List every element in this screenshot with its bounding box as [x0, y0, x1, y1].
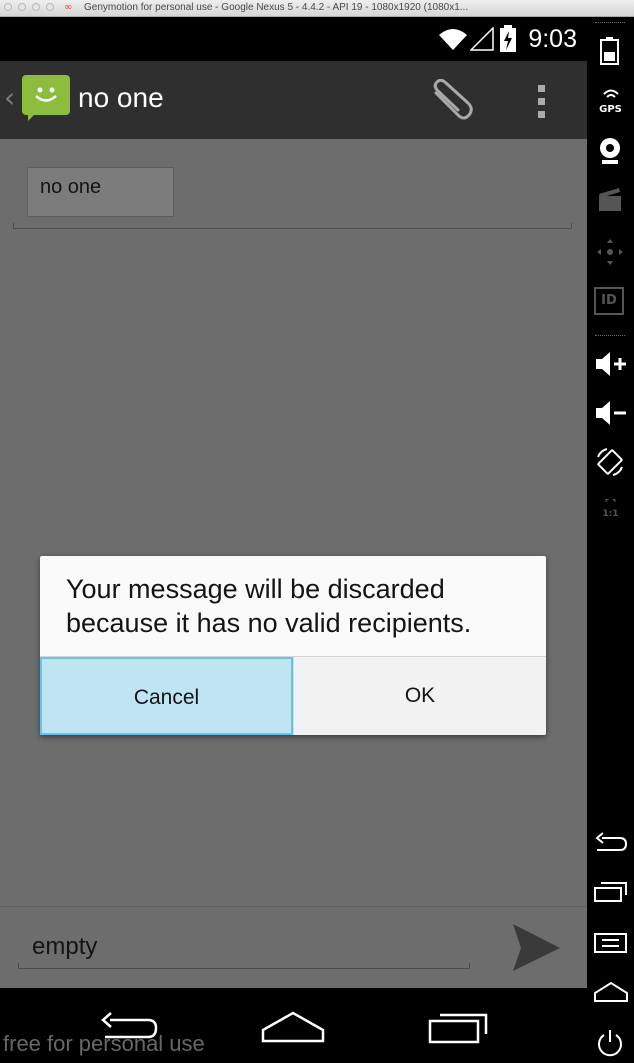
volume-down-icon[interactable]	[595, 399, 627, 427]
id-button[interactable]: ID	[594, 287, 624, 315]
recipient-chip[interactable]: no one	[27, 167, 174, 217]
status-clock: 9:03	[528, 25, 577, 53]
battery-icon[interactable]	[599, 37, 621, 65]
conversation-content: no one Your message will be discarded be…	[0, 139, 587, 906]
window-title-bar: ∞ Genymotion for personal use - Google N…	[0, 0, 634, 17]
window-extra-button[interactable]	[46, 3, 54, 11]
dialog-message: Your message will be discarded because i…	[66, 574, 472, 638]
discard-dialog: Your message will be discarded because i…	[40, 556, 546, 735]
paperclip-icon[interactable]	[428, 79, 474, 123]
signal-icon	[470, 27, 494, 51]
status-bar: 9:03	[0, 17, 587, 61]
compose-input-underline	[18, 963, 470, 969]
app-icon-tail	[28, 111, 38, 121]
overflow-menu-icon[interactable]	[532, 83, 552, 119]
toolbar-grip	[595, 22, 625, 27]
window-title: Genymotion for personal use - Google Nex…	[84, 2, 469, 13]
ok-button[interactable]: OK	[293, 657, 546, 735]
window-minimize-button[interactable]	[18, 3, 26, 11]
up-caret-icon: ‹	[4, 81, 16, 114]
genymotion-logo-icon: ∞	[64, 2, 73, 13]
window-close-button[interactable]	[4, 3, 12, 11]
dpad-icon[interactable]	[595, 237, 625, 267]
recipient-chip-label: no one	[40, 176, 102, 198]
power-icon[interactable]	[595, 1028, 625, 1058]
gps-label: GPS	[599, 104, 622, 115]
home-icon[interactable]	[261, 1010, 325, 1044]
cancel-button[interactable]: Cancel	[40, 657, 293, 735]
window-zoom-button[interactable]	[32, 3, 40, 11]
conversation-title: no one	[78, 82, 164, 113]
gps-button[interactable]: GPS	[587, 85, 634, 115]
gps-icon	[602, 89, 619, 98]
sidebar-menu-icon[interactable]	[594, 932, 628, 954]
emulator-toolbar: GPS ID ⌜ ⌝ 1:1	[587, 17, 634, 1063]
wifi-icon	[439, 29, 467, 50]
recent-apps-icon[interactable]	[428, 1012, 490, 1044]
action-bar: ‹ no one	[0, 61, 587, 139]
scale-arrows-icon: ⌜ ⌝	[604, 499, 617, 509]
scale-button[interactable]: ⌜ ⌝ 1:1	[587, 499, 634, 519]
rotate-icon[interactable]	[595, 447, 625, 477]
ok-button-label: OK	[404, 684, 436, 707]
device-screen: 9:03 ‹ no one no one Your message will b…	[0, 17, 587, 1063]
battery-charging-icon	[500, 25, 516, 52]
toolbar-grip-2	[595, 335, 625, 340]
id-label: ID	[601, 293, 617, 308]
navigation-bar: free for personal use	[0, 988, 587, 1063]
sidebar-recent-apps-icon[interactable]	[594, 881, 628, 903]
clapperboard-icon[interactable]	[598, 187, 622, 213]
compose-bar: empty	[0, 906, 587, 989]
sidebar-home-icon[interactable]	[594, 981, 628, 1003]
messaging-app-icon	[22, 75, 70, 115]
recipients-field-underline	[13, 223, 572, 229]
volume-up-icon[interactable]	[595, 350, 627, 378]
up-navigation[interactable]: ‹ no one	[0, 61, 175, 139]
scale-label: 1:1	[602, 509, 619, 519]
webcam-icon[interactable]	[598, 137, 622, 167]
sidebar-back-icon[interactable]	[594, 831, 628, 855]
compose-text: empty	[32, 933, 98, 960]
cancel-button-label: Cancel	[133, 686, 200, 709]
send-icon[interactable]	[510, 922, 562, 972]
watermark-text: free for personal use	[3, 1031, 205, 1056]
